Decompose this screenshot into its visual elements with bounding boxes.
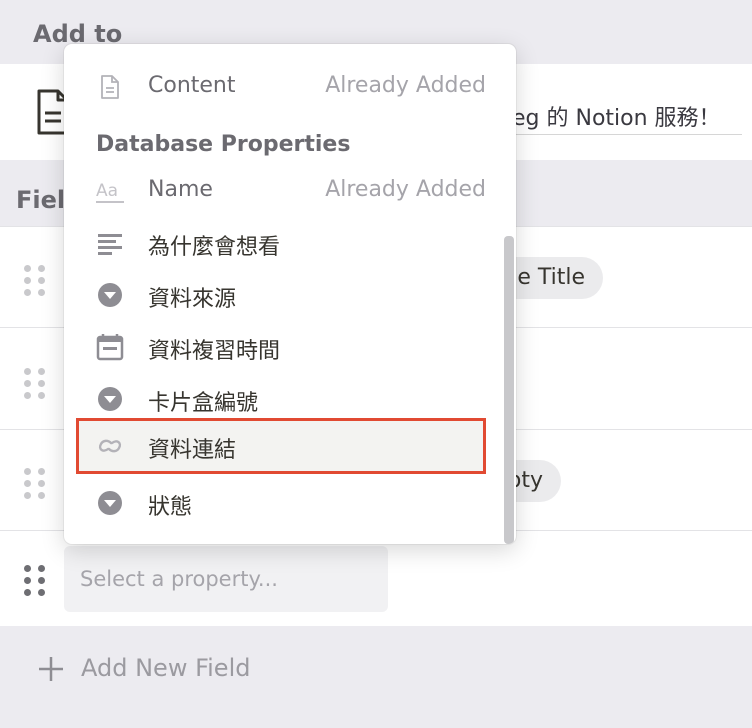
- dropdown-item-label: 卡片盒編號: [148, 391, 259, 416]
- title-aa-icon: Aa: [96, 181, 124, 203]
- dropdown-scrollbar[interactable]: [504, 236, 514, 544]
- property-dropdown: Content Already Added Database Propertie…: [64, 44, 516, 544]
- drag-handle-icon[interactable]: [24, 468, 45, 500]
- already-added-status: Already Added: [325, 73, 486, 98]
- dropdown-item-why-watch[interactable]: 為什麼會想看: [64, 217, 504, 269]
- document-icon: [101, 75, 119, 99]
- dropdown-item-source[interactable]: 資料來源: [64, 269, 504, 321]
- dropdown-item-status[interactable]: 狀態: [64, 477, 504, 529]
- select-icon: [98, 387, 122, 411]
- drag-handle-icon[interactable]: [24, 565, 45, 597]
- select-icon: [98, 491, 122, 515]
- plus-icon[interactable]: [38, 656, 64, 682]
- dropdown-item-label: 為什麼會想看: [148, 235, 281, 260]
- dropdown-item-label: 資料來源: [148, 287, 237, 312]
- database-properties-heading: Database Properties: [96, 132, 351, 157]
- page-title: eg 的 Notion 服務！: [512, 100, 742, 135]
- dropdown-item-label: 資料複習時間: [148, 339, 281, 364]
- dropdown-item-label: 狀態: [148, 495, 193, 520]
- select-icon: [98, 283, 122, 307]
- svg-text:Aa: Aa: [96, 181, 118, 201]
- footer: Add New Field: [0, 626, 752, 728]
- dropdown-item-label: 資料連結: [148, 438, 237, 463]
- drag-handle-icon[interactable]: [24, 265, 45, 297]
- already-added-status: Already Added: [325, 177, 486, 202]
- fields-heading: Fiel: [16, 186, 66, 214]
- dropdown-item-review-time[interactable]: 資料複習時間: [64, 321, 504, 373]
- text-lines-icon: [98, 234, 122, 255]
- dropdown-item-content[interactable]: Content Already Added: [64, 61, 504, 113]
- dropdown-item-label: Name: [148, 177, 213, 202]
- dropdown-item-name[interactable]: Aa Name Already Added: [64, 165, 504, 217]
- drag-handle-icon[interactable]: [24, 368, 45, 400]
- link-icon: [98, 439, 122, 453]
- add-new-field-button[interactable]: Add New Field: [81, 654, 250, 682]
- property-select[interactable]: Select a property...: [64, 546, 388, 612]
- dropdown-item-data-link[interactable]: 資料連結: [64, 420, 504, 472]
- dropdown-item-label: Content: [148, 73, 236, 98]
- calendar-icon: [96, 334, 124, 361]
